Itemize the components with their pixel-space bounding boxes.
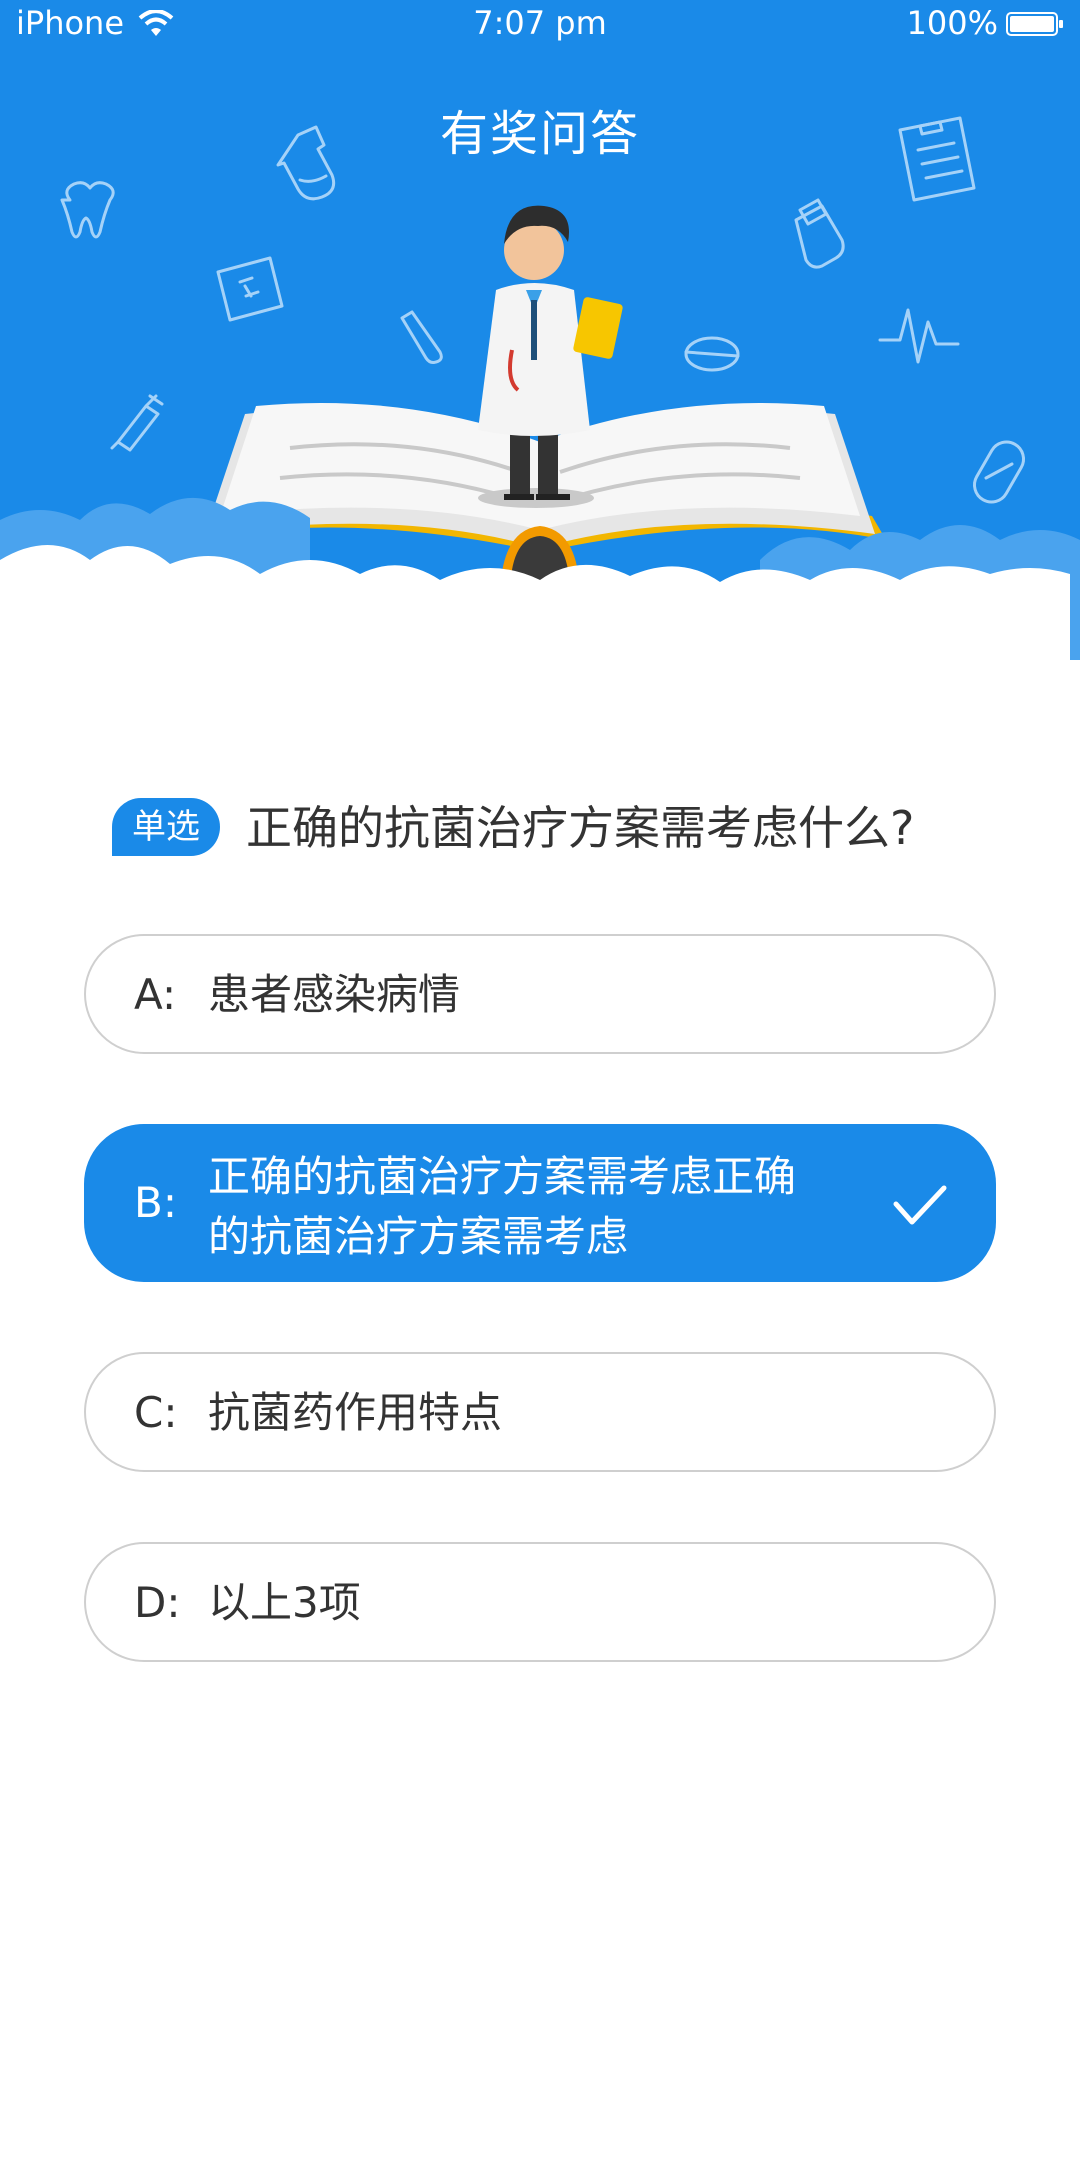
quiz-page: iPhone 7:07 pm 100% 有奖问答 单选 正确的抗菌治疗方案需考虑… bbox=[0, 0, 1080, 2160]
header: iPhone 7:07 pm 100% 有奖问答 bbox=[0, 0, 1080, 660]
syringe-icon bbox=[110, 394, 164, 452]
option-letter: A: bbox=[134, 970, 177, 1019]
question-text: 正确的抗菌治疗方案需考虑什么? bbox=[246, 801, 915, 855]
option-text: 抗菌药作用特点 bbox=[208, 1388, 503, 1437]
option-text-line-1: 正确的抗菌治疗方案需考虑正确 bbox=[208, 1152, 797, 1201]
tooth-icon bbox=[60, 181, 115, 239]
option-b[interactable]: B: 正确的抗菌治疗方案需考虑正确 的抗菌治疗方案需考虑 bbox=[84, 1124, 996, 1282]
option-letter: D: bbox=[134, 1578, 181, 1627]
heartbeat-icon bbox=[878, 308, 960, 364]
battery-icon bbox=[1006, 12, 1063, 36]
option-text: 以上3项 bbox=[208, 1578, 361, 1627]
status-bar: iPhone 7:07 pm 100% bbox=[0, 0, 1080, 50]
option-text: 患者感染病情 bbox=[208, 970, 461, 1019]
checkmark-icon bbox=[893, 1185, 947, 1225]
question: 单选 正确的抗菌治疗方案需考虑什么? bbox=[112, 796, 1012, 860]
option-c[interactable]: C: 抗菌药作用特点 bbox=[84, 1352, 996, 1472]
battery-percent: 100% bbox=[906, 4, 998, 42]
pill-icon bbox=[684, 336, 740, 372]
test-tube-icon bbox=[400, 310, 443, 364]
xray-icon bbox=[216, 256, 284, 322]
question-type-badge: 单选 bbox=[112, 798, 220, 856]
capsule-icon bbox=[973, 440, 1025, 504]
option-a[interactable]: A: 患者感染病情 bbox=[84, 934, 996, 1054]
option-letter: C: bbox=[134, 1388, 178, 1437]
option-d[interactable]: D: 以上3项 bbox=[84, 1542, 996, 1662]
bottle-icon bbox=[794, 198, 845, 269]
option-text-line-2: 的抗菌治疗方案需考虑 bbox=[208, 1212, 629, 1261]
option-letter: B: bbox=[134, 1178, 177, 1227]
page-title: 有奖问答 bbox=[439, 106, 640, 162]
